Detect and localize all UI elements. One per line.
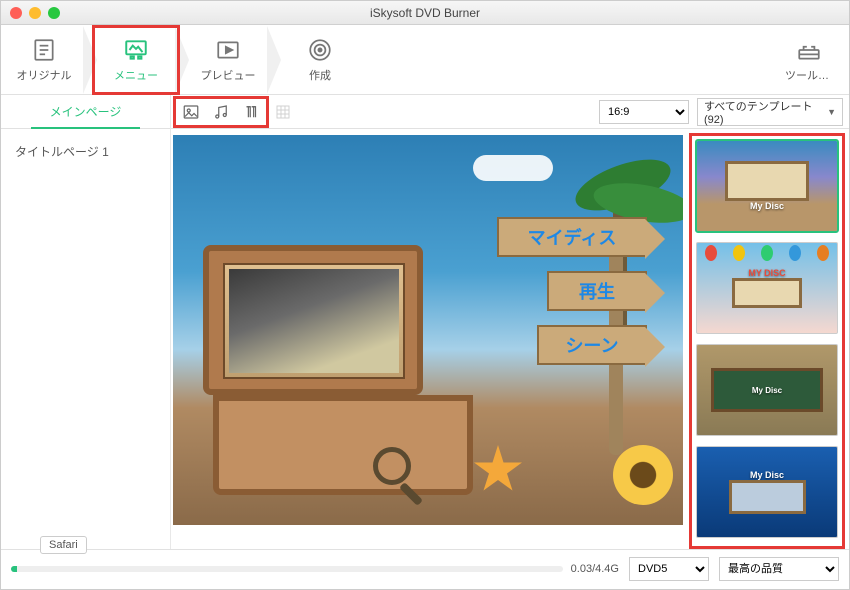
toolbox-icon xyxy=(796,37,822,63)
step-toolbar: オリジナル メニュー プレビュー 作成 ツールボ… xyxy=(1,25,849,95)
template-caption: My Disc xyxy=(750,201,784,211)
step-preview[interactable]: プレビュー xyxy=(185,26,271,94)
grid-button[interactable] xyxy=(275,104,291,120)
dock-tooltip-safari: Safari xyxy=(40,536,87,554)
dvd-type-select[interactable]: DVD5 xyxy=(629,557,709,581)
window-titlebar: iSkysoft DVD Burner xyxy=(1,1,849,25)
aspect-ratio-select[interactable]: 16:9 xyxy=(599,100,689,124)
background-music-button[interactable] xyxy=(206,98,236,126)
quality-select[interactable]: 最高の品質 xyxy=(719,557,839,581)
step-label: メニュー xyxy=(114,67,158,83)
sunflower-decoration xyxy=(613,445,673,505)
main-page-tab[interactable]: メインページ xyxy=(1,95,171,129)
template-thumbnail[interactable]: My Disc xyxy=(696,140,838,232)
disc-usage-text: 0.03/4.4G xyxy=(571,563,619,575)
menu-play-sign[interactable]: 再生 xyxy=(547,271,647,311)
page-list-sidebar: タイトルページ 1 xyxy=(1,129,171,549)
template-caption: My Disc xyxy=(750,470,784,480)
suitcase-frame xyxy=(203,245,483,495)
cloud-decoration xyxy=(473,155,553,181)
disc-usage-wrap: 0.03/4.4G xyxy=(11,563,619,575)
template-caption: MY DISC xyxy=(748,268,785,278)
step-label: プレビュー xyxy=(201,67,256,83)
template-gallery[interactable]: My Disc MY DISC My Disc My Disc xyxy=(689,133,845,549)
preview-canvas-area: マイディス 再生 シーン xyxy=(171,129,685,549)
disc-burn-icon xyxy=(307,37,333,63)
video-thumbnail-frame[interactable] xyxy=(223,263,405,379)
template-thumbnail[interactable]: MY DISC xyxy=(696,242,838,334)
template-thumbnail[interactable]: My Disc xyxy=(696,446,838,538)
menu-template-icon xyxy=(123,37,149,63)
template-thumbnail[interactable]: My Disc xyxy=(696,344,838,436)
text-edit-button[interactable] xyxy=(236,98,266,126)
template-dropdown-label: すべてのテンプレート(92) xyxy=(704,98,827,126)
template-category-dropdown[interactable]: すべてのテンプレート(92) ▼ xyxy=(697,98,843,126)
preview-icon xyxy=(215,37,241,63)
magnifier-decoration xyxy=(373,447,411,485)
main-body: タイトルページ 1 マイディス 再生 シーン M xyxy=(1,129,849,549)
menu-preview-canvas[interactable]: マイディス 再生 シーン xyxy=(173,135,683,525)
step-menu[interactable]: メニュー xyxy=(93,26,179,94)
step-original[interactable]: オリジナル xyxy=(1,26,87,94)
sub-toolbar: メインページ 16:9 すべてのテンプレート(92) ▼ xyxy=(1,95,849,129)
background-image-button[interactable] xyxy=(176,98,206,126)
toolbox-label: ツールボ… xyxy=(785,67,833,83)
status-footer: 0.03/4.4G DVD5 最高の品質 xyxy=(1,549,849,587)
menu-scene-sign[interactable]: シーン xyxy=(537,325,647,365)
chevron-down-icon: ▼ xyxy=(827,107,836,117)
step-create[interactable]: 作成 xyxy=(277,26,363,94)
aspect-ratio-select-wrap: 16:9 xyxy=(599,100,689,124)
menu-title-sign[interactable]: マイディス xyxy=(497,217,647,257)
sidebar-item-title-page[interactable]: タイトルページ 1 xyxy=(11,137,160,166)
toolbox-button[interactable]: ツールボ… xyxy=(779,37,839,83)
step-label: オリジナル xyxy=(17,67,72,83)
menu-edit-tools xyxy=(173,96,269,128)
document-icon xyxy=(31,37,57,63)
window-title: iSkysoft DVD Burner xyxy=(1,6,849,20)
template-caption: My Disc xyxy=(752,386,782,395)
step-label: 作成 xyxy=(309,67,331,83)
disc-usage-bar xyxy=(11,566,563,572)
